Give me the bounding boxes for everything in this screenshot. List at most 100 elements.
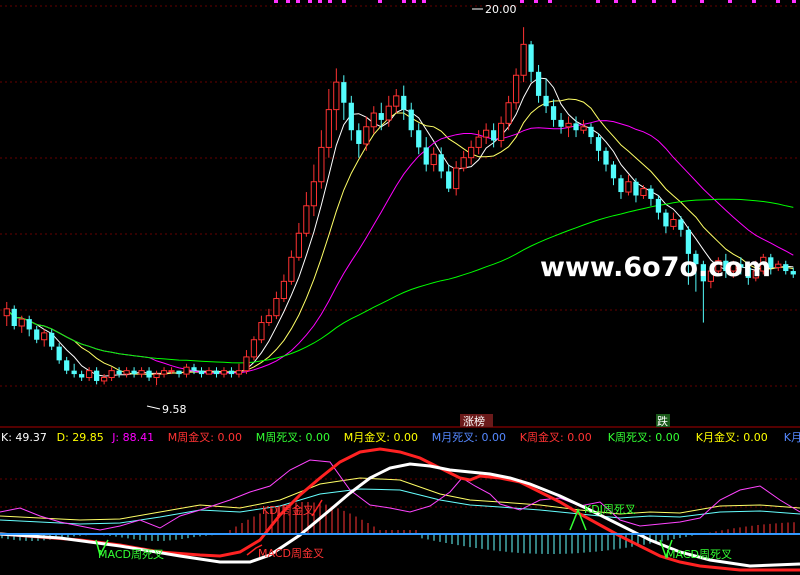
legend-item: D: 29.85 [57,431,104,444]
legend-item: K月死叉: 0.00 [784,431,800,444]
candle [446,164,452,193]
candle [528,40,534,83]
annotation-macd-death-1: MACD周死叉 [98,548,164,561]
watermark-text: www.6o7o.com [540,252,771,283]
candle [3,301,10,326]
annotation-macd-golden: MACD周金叉 [258,546,324,560]
down-marker-label: 跌 [657,414,668,428]
annotation-kdj-golden: KDJ周金叉 [262,503,314,517]
candle [423,137,429,172]
signal-tick [596,0,600,3]
candle [775,260,782,272]
candle [535,64,542,103]
candle [131,367,137,378]
max-price-label: 20.00 [485,3,517,16]
candle [603,147,609,172]
signal-tick [728,0,732,3]
candle [213,367,220,378]
signal-tick [652,0,656,3]
candle [588,123,594,144]
candle [483,123,490,144]
candle [325,89,332,158]
indicator-legend: K: 49.37 D: 29.85 J: 88.41 M周金叉: 0.00 M周死叉: … [1,430,800,444]
candle [416,123,422,155]
candle [198,367,205,378]
signal-tick [378,0,382,3]
candle [468,140,475,165]
candle [498,116,505,148]
candle [71,363,77,378]
legend-item: M月金叉: 0.00 [344,430,418,444]
signal-tick [614,0,618,3]
candle [280,274,288,302]
candle [558,113,564,134]
legend-item: M月死叉: 0.00 [432,431,506,444]
candle [333,68,340,131]
candle [123,367,130,378]
legend-item: M周死叉: 0.00 [256,431,330,444]
candle [41,329,48,347]
candle [56,343,62,364]
candle [26,315,32,337]
candle [356,123,362,158]
signal-tick [308,0,312,3]
signal-tick [286,0,290,3]
candle [595,133,602,162]
signal-tick [342,0,346,3]
candle [580,119,587,134]
candle [138,367,145,378]
legend-item: K周金叉: 0.00 [520,430,592,444]
candle [663,209,669,234]
legend-item: K月金叉: 0.00 [696,430,768,444]
signal-tick [274,0,278,3]
candle [408,102,414,138]
signal-tick [328,0,332,3]
min-price-label: 9.58 [162,403,187,416]
signal-tick [752,0,756,3]
signal-tick [520,0,524,3]
candle [176,370,182,378]
ma-line-10 [6,98,794,375]
legend-item: K: 49.37 [1,431,47,444]
candle [160,367,168,378]
candle [94,367,100,385]
stock-chart: 20.00 9.58 www.6o7o.com 涨榜 跌 K: 49.37 D: … [0,0,800,575]
sub-panel: KDJ周金叉 MACD周金叉 MACD周死叉 KDJ周死叉 MACD周死叉 [0,447,800,572]
candle [11,305,17,330]
annotation-kdj-death: KDJ周死叉 [584,503,636,516]
candle [385,95,392,127]
candle [273,291,280,320]
candle [303,192,310,237]
signal-tick [700,0,704,3]
candle [610,161,617,186]
ma-line-5 [6,77,794,377]
candle [79,370,85,381]
candle [363,116,370,151]
signal-tick [672,0,676,3]
candle [460,150,467,172]
signal-tick [422,0,426,3]
candle [550,99,557,127]
candle [146,367,152,381]
candle [670,212,677,230]
signal-tick [296,0,300,3]
up-marker-label: 涨榜 [463,414,485,428]
candle [348,95,354,141]
signal-tick [402,0,406,3]
legend-item: J: 88.41 [111,431,154,444]
candle [228,367,235,378]
chart-canvas: 20.00 9.58 www.6o7o.com 涨榜 跌 K: 49.37 D: … [0,0,800,572]
candle [618,174,624,199]
candle [310,164,317,217]
annotation-macd-death-2: MACD周死叉 [666,548,732,561]
candle [648,185,654,206]
candle [258,315,265,344]
signal-tick [534,0,538,3]
candle [265,308,273,326]
candle [520,27,527,83]
kdj-d-line [0,477,800,521]
signal-tick [318,0,322,3]
candle [505,95,512,131]
legend-item: K周死叉: 0.00 [608,431,680,444]
candle [288,250,295,285]
